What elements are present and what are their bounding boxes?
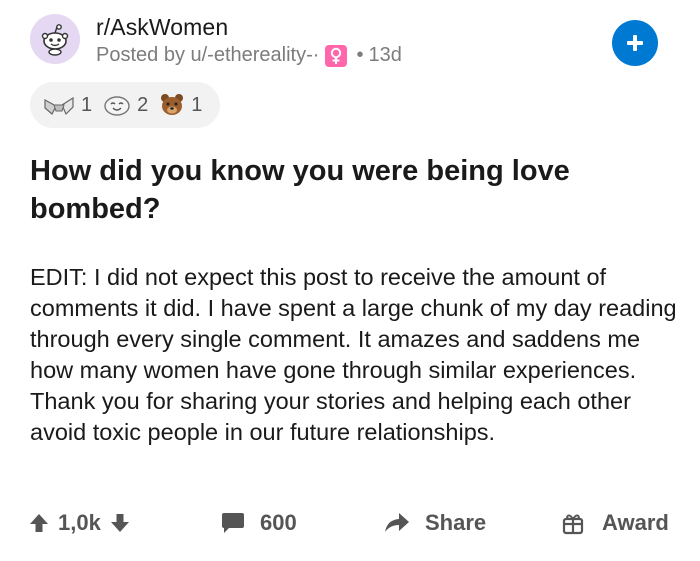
reddit-post: r/AskWomen Posted by u/-ethereality-· • …	[0, 0, 700, 561]
comment-bubble-icon	[222, 513, 244, 533]
award-count: 2	[137, 93, 149, 116]
award-item: 1	[42, 92, 92, 118]
female-symbol-icon	[325, 44, 348, 67]
plus-icon	[627, 35, 643, 51]
post-meta: Posted by u/-ethereality-· • 13d	[96, 44, 402, 67]
share-label: Share	[425, 510, 487, 535]
snoo-icon	[41, 24, 69, 56]
share-arrow-icon	[385, 513, 409, 532]
comments-count: 600	[260, 510, 297, 535]
vote-score: 1,0k	[58, 510, 101, 535]
award-count: 1	[81, 93, 93, 116]
separator-dot: •	[356, 44, 364, 66]
post-title[interactable]: How did you know you were being love bom…	[30, 152, 670, 228]
upvote-icon[interactable]	[28, 512, 50, 534]
post-header: r/AskWomen Posted by u/-ethereality-· • …	[30, 12, 670, 76]
award-count: 1	[191, 93, 203, 116]
awards-bar[interactable]: 1 2 1	[30, 82, 220, 128]
bear-award-icon	[161, 94, 184, 115]
post-body: EDIT: I did not expect this post to rece…	[30, 264, 677, 445]
vote-controls: 1,0k	[28, 510, 131, 536]
silver-hands-award-icon	[44, 96, 74, 116]
downvote-icon[interactable]	[109, 512, 131, 534]
comments-button[interactable]: 600	[220, 510, 297, 536]
gift-icon	[562, 514, 584, 535]
posted-by-link[interactable]: Posted by u/-ethereality-·	[96, 44, 319, 67]
join-button[interactable]	[612, 20, 658, 66]
subreddit-avatar[interactable]	[30, 14, 80, 64]
post-age: 13d	[368, 44, 402, 66]
award-item: 1	[158, 91, 202, 119]
award-label: Award	[602, 510, 669, 535]
subreddit-name[interactable]: r/AskWomen	[96, 14, 228, 41]
award-item: 2	[102, 92, 148, 118]
share-button[interactable]: Share	[383, 510, 486, 536]
award-button[interactable]: Award	[562, 510, 669, 536]
wholesome-face-award-icon	[104, 96, 130, 116]
action-bar: 1,0k 600 Share Award	[0, 500, 700, 552]
